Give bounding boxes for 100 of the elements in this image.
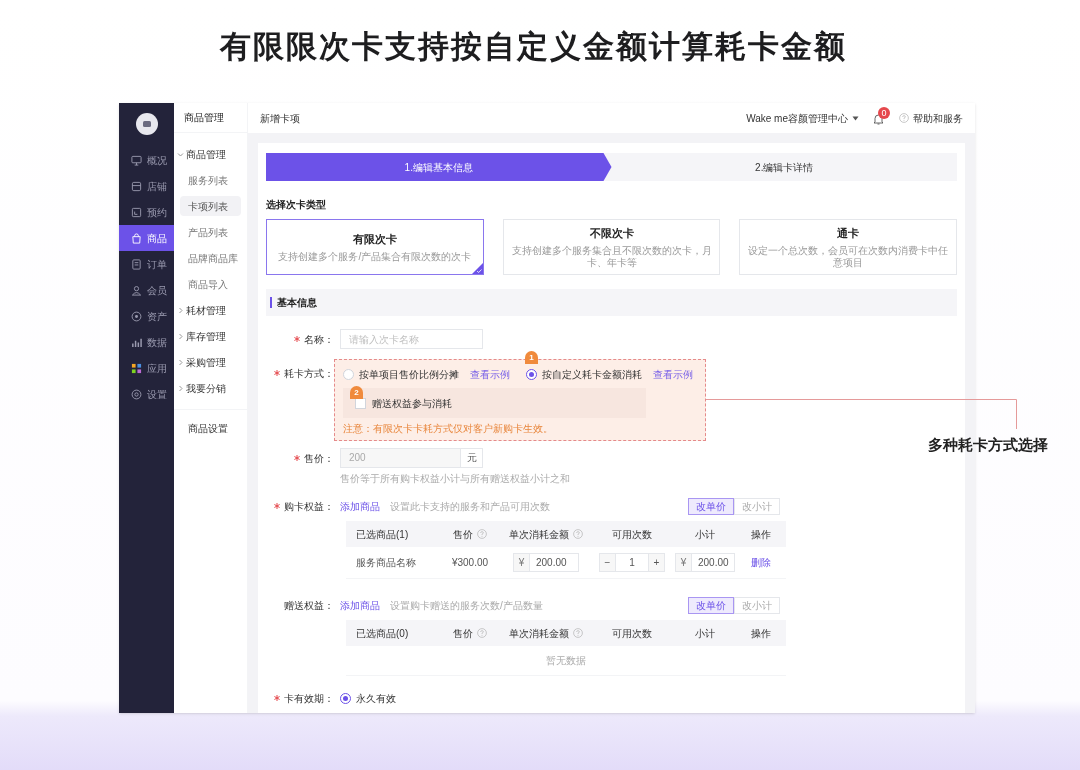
menu-item[interactable]: 产品列表: [180, 222, 241, 242]
menu-item[interactable]: 服务列表: [180, 170, 241, 190]
column-header: 已选商品(0): [356, 626, 409, 641]
field-label: 赠送权益：: [284, 598, 334, 613]
card-title: 有限次卡: [352, 232, 397, 248]
checkbox-label: 赠送权益参与消耗: [372, 396, 452, 411]
radio-button[interactable]: [526, 368, 537, 380]
radio-label: 按自定义耗卡金额消耗: [542, 367, 642, 382]
step-marker: 2: [350, 386, 363, 399]
toggle-button[interactable]: 改单价: [688, 497, 734, 515]
sidebar-title: 商品管理: [184, 111, 224, 125]
chevron-right-icon: [177, 358, 184, 366]
add-item-link[interactable]: 添加商品: [340, 597, 380, 613]
field-value: 200: [348, 451, 367, 465]
card-type-option[interactable]: 不限次卡 支持创建多个服务集合且不限次数的次卡，月卡、年卡等: [502, 219, 721, 275]
table-cell-text: ¥300.00: [450, 556, 490, 570]
check-corner-icon: [471, 263, 483, 274]
column-header: 可用次数: [612, 527, 652, 542]
nav-item[interactable]: 店铺: [119, 173, 174, 199]
radio-label: 永久有效: [356, 691, 396, 706]
currency-label: ¥: [676, 554, 692, 571]
column-header: 可用次数: [612, 626, 652, 641]
column-header: 单次消耗金额: [509, 527, 569, 542]
chevron-right-icon: [177, 332, 184, 340]
checkbox[interactable]: [355, 397, 366, 409]
plus-button[interactable]: +: [648, 554, 664, 571]
currency-label: ¥: [514, 554, 530, 571]
calendar-icon: [131, 206, 142, 218]
monitor-icon: [131, 154, 142, 166]
add-item-link[interactable]: 添加商品: [340, 498, 380, 514]
notification-badge: 0: [878, 107, 890, 119]
menu-group[interactable]: 库存管理: [174, 323, 247, 349]
help-link[interactable]: 帮助和服务: [899, 110, 963, 126]
example-link[interactable]: 查看示例: [653, 366, 693, 382]
column-header: 小计: [695, 626, 715, 641]
card-type-option[interactable]: 有限次卡 支持创建多个服务/产品集合有限次数的次卡: [266, 219, 484, 275]
card-description: 支持创建多个服务/产品集合有限次数的次卡: [278, 250, 472, 263]
document-icon: [131, 258, 142, 270]
card-description: 支持创建多个服务集合且不限次数的次卡，月卡、年卡等: [510, 244, 713, 269]
column-header: 单次消耗金额: [509, 626, 569, 641]
price-field[interactable]: 200 元: [340, 448, 483, 468]
help-icon: [899, 113, 909, 123]
avatar-icon[interactable]: [135, 113, 158, 135]
toggle-button[interactable]: 改单价: [688, 596, 734, 614]
bell-icon[interactable]: [873, 113, 884, 125]
field-label: 名称：: [304, 332, 334, 347]
nav-item[interactable]: 资产: [119, 303, 174, 329]
step-marker: 1: [525, 350, 538, 364]
nav-item[interactable]: 会员: [119, 277, 174, 303]
user-icon: [131, 284, 142, 296]
help-icon: [477, 529, 487, 539]
minus-button[interactable]: −: [600, 554, 616, 571]
column-header: 已选商品(1): [356, 527, 409, 542]
example-link[interactable]: 查看示例: [470, 366, 510, 382]
menu-group[interactable]: 我要分销: [174, 375, 247, 401]
help-icon: [573, 529, 583, 539]
nav-item[interactable]: 订单: [119, 251, 174, 277]
field-label: 卡有效期：: [284, 691, 334, 706]
radio-button[interactable]: [340, 692, 351, 704]
asterisk-icon: [274, 370, 280, 376]
nav-item[interactable]: 数据: [119, 329, 174, 355]
asterisk-icon: [294, 336, 300, 342]
card-title: 通卡: [837, 226, 860, 242]
amount-field[interactable]: ¥ 200.00: [675, 553, 735, 572]
radio-label: 按单项目售价比例分摊: [359, 367, 459, 382]
coin-icon: [131, 310, 142, 322]
headline: 有限限次卡支持按自定义金额计算耗卡金额: [220, 28, 847, 67]
field-value: 1: [628, 556, 636, 570]
nav-item[interactable]: 预约: [119, 199, 174, 225]
nav-item[interactable]: 设置: [119, 381, 174, 407]
field-label: 耗卡方式：: [284, 366, 334, 381]
menu-group[interactable]: 耗材管理: [174, 297, 247, 323]
column-header: 小计: [695, 527, 715, 542]
store-icon: [131, 180, 142, 192]
bar-chart-icon: [131, 336, 142, 348]
empty-text: 暂无数据: [546, 654, 586, 668]
menu-group[interactable]: 商品管理: [174, 141, 247, 167]
number-stepper[interactable]: − 1 +: [599, 553, 665, 572]
amount-field[interactable]: ¥ 200.00: [513, 553, 579, 572]
field-value: 200.00: [697, 556, 729, 570]
column-header: 操作: [751, 626, 771, 641]
hint-text: 设置购卡赠送的服务次数/产品数量: [390, 598, 543, 613]
asterisk-icon: [294, 455, 300, 461]
delete-link[interactable]: 删除: [736, 555, 786, 570]
menu-item[interactable]: 卡项列表: [180, 196, 241, 216]
chevron-right-icon: [177, 384, 184, 392]
menu-group[interactable]: 采购管理: [174, 349, 247, 375]
menu-item[interactable]: 品牌商品库: [180, 248, 241, 268]
nav-item[interactable]: 应用: [119, 355, 174, 381]
nav-item[interactable]: 概况: [119, 147, 174, 173]
menu-item[interactable]: 商品导入: [180, 274, 241, 294]
section-label: 选择次卡类型: [266, 198, 327, 212]
gear-icon: [131, 388, 142, 400]
bag-icon: [131, 232, 142, 244]
store-dropdown[interactable]: Wake me容颜管理中心: [746, 110, 859, 126]
nav-item[interactable]: 商品: [119, 225, 174, 251]
field-value: 200.00: [535, 556, 567, 570]
menu-item[interactable]: 商品设置: [174, 410, 247, 446]
step-tab[interactable]: 1.编辑基本信息: [266, 153, 612, 181]
step-tab[interactable]: 2.编辑卡详情: [611, 153, 957, 181]
